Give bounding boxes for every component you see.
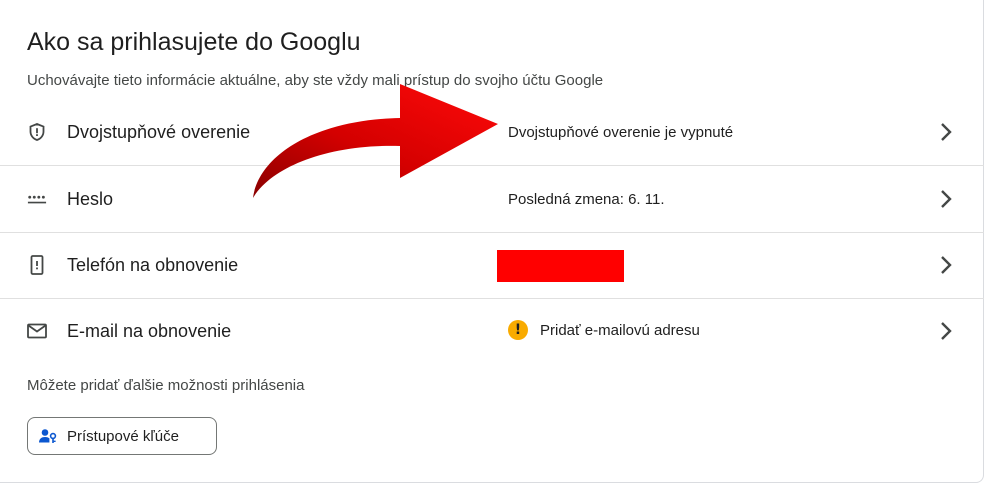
passkeys-button[interactable]: Prístupové kľúče [27, 417, 217, 455]
chevron-right-icon [936, 121, 956, 143]
passkey-person-icon [39, 427, 57, 445]
phone-icon [27, 255, 47, 275]
row-value: Posledná zmena: 6. 11. [508, 191, 665, 208]
row-label: E-mail na obnovenie [67, 321, 232, 341]
warning-icon: ! [508, 320, 528, 340]
passkeys-button-label: Prístupové kľúče [67, 427, 179, 445]
page-title: Ako sa prihlasujete do Googlu [27, 28, 361, 56]
chevron-right-icon [936, 320, 956, 342]
row-password[interactable]: Heslo Posledná zmena: 6. 11. [0, 167, 984, 233]
row-label: Dvojstupňové overenie [67, 122, 251, 142]
row-recovery-email[interactable]: E-mail na obnovenie ! Pridať e-mailovú a… [0, 299, 984, 365]
more-options-text: Môžete pridať ďalšie možnosti prihláseni… [27, 377, 305, 394]
redacted-phone-number [497, 250, 624, 282]
row-value: Pridať e-mailovú adresu [540, 321, 700, 339]
page-subtitle: Uchovávajte tieto informácie aktuálne, a… [27, 72, 604, 89]
mail-icon [27, 321, 47, 341]
chevron-right-icon [936, 254, 956, 276]
password-dots-icon [27, 189, 47, 209]
row-value: Dvojstupňové overenie je vypnuté [508, 124, 734, 141]
chevron-right-icon [936, 188, 956, 210]
add-email-status: ! Pridať e-mailovú adresu [508, 320, 700, 340]
row-two-step-verification[interactable]: Dvojstupňové overenie Dvojstupňové overe… [0, 100, 984, 166]
row-divider [0, 165, 984, 166]
sign-in-card: Ako sa prihlasujete do Googlu Uchovávajt… [0, 0, 984, 483]
shield-icon [27, 122, 47, 142]
row-recovery-phone[interactable]: Telefón na obnovenie [0, 233, 984, 299]
row-label: Heslo [67, 189, 114, 209]
row-label: Telefón na obnovenie [67, 255, 239, 275]
